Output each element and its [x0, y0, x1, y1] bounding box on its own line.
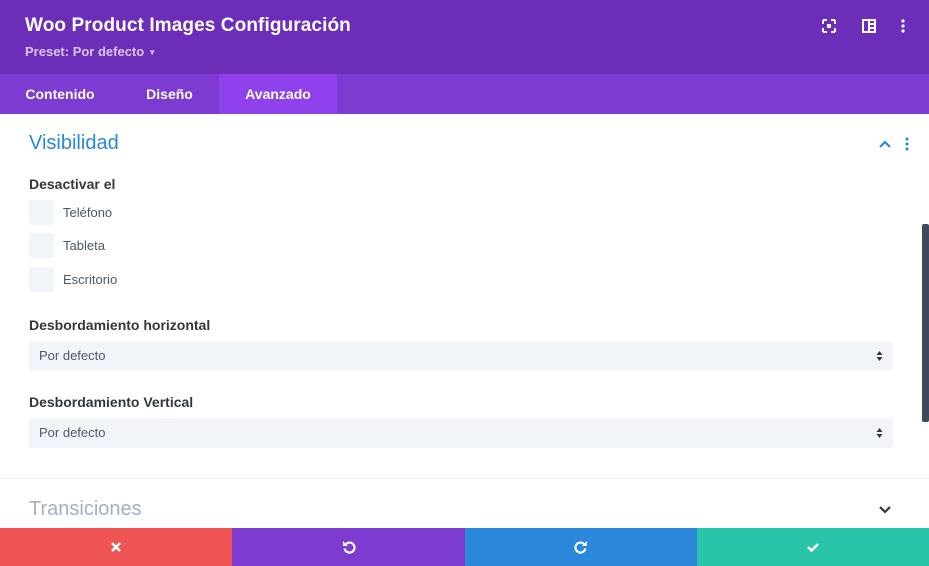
preset-dropdown[interactable]: Preset: Por defecto ▼	[25, 44, 156, 59]
redo-icon	[574, 541, 587, 554]
caret-down-icon: ▼	[148, 48, 157, 57]
cancel-button[interactable]	[0, 528, 232, 566]
tab-diseno[interactable]: Diseño	[120, 74, 219, 114]
disable-on-label: Desactivar el	[29, 176, 116, 192]
section-title-visibility[interactable]: Visibilidad	[29, 132, 119, 155]
select-value: Por defecto	[39, 348, 106, 363]
modal-title: Woo Product Images Configuración	[25, 15, 351, 36]
checkbox-desktop[interactable]: Escritorio	[29, 266, 118, 292]
overflow-x-label: Desbordamiento horizontal	[29, 317, 211, 333]
tab-contenido[interactable]: Contenido	[0, 74, 120, 114]
overflow-y-label: Desbordamiento Vertical	[29, 394, 194, 410]
select-value: Por defecto	[39, 425, 106, 440]
fullscreen-icon[interactable]	[821, 18, 837, 34]
checkbox-tablet[interactable]: Tableta	[29, 232, 105, 258]
close-icon	[111, 542, 121, 552]
section-options-icon[interactable]	[903, 136, 911, 152]
select-arrows-icon	[876, 428, 883, 438]
save-button[interactable]	[697, 528, 929, 566]
checkbox-label: Escritorio	[63, 271, 118, 287]
settings-panel: Visibilidad Desactivar el Teléfono Table…	[0, 114, 929, 528]
tab-avanzado[interactable]: Avanzado	[219, 74, 337, 114]
checkbox-box[interactable]	[29, 266, 54, 292]
checkbox-box[interactable]	[29, 232, 54, 258]
undo-icon	[342, 541, 356, 554]
redo-button[interactable]	[465, 528, 697, 566]
checkbox-box[interactable]	[29, 199, 54, 225]
chevron-down-icon[interactable]	[877, 502, 893, 518]
preset-label: Preset: Por defecto	[25, 44, 145, 59]
tab-bar: Contenido Diseño Avanzado	[0, 74, 929, 114]
check-icon	[807, 543, 819, 553]
checkbox-label: Tableta	[63, 237, 105, 253]
overflow-y-select[interactable]: Por defecto	[29, 418, 893, 448]
modal-header: Woo Product Images Configuración Preset:…	[0, 0, 929, 74]
checkbox-label: Teléfono	[63, 204, 113, 220]
section-title-transitions[interactable]: Transiciones	[29, 498, 142, 521]
action-bar	[0, 528, 929, 566]
section-divider	[0, 478, 929, 479]
chevron-up-icon[interactable]	[877, 136, 893, 152]
overflow-x-select[interactable]: Por defecto	[29, 341, 893, 371]
select-arrows-icon	[876, 351, 883, 361]
scrollbar-thumb[interactable]	[922, 224, 929, 422]
checkbox-phone[interactable]: Teléfono	[29, 199, 113, 225]
split-view-icon[interactable]	[861, 18, 877, 34]
more-options-icon[interactable]	[895, 18, 911, 34]
undo-button[interactable]	[232, 528, 465, 566]
